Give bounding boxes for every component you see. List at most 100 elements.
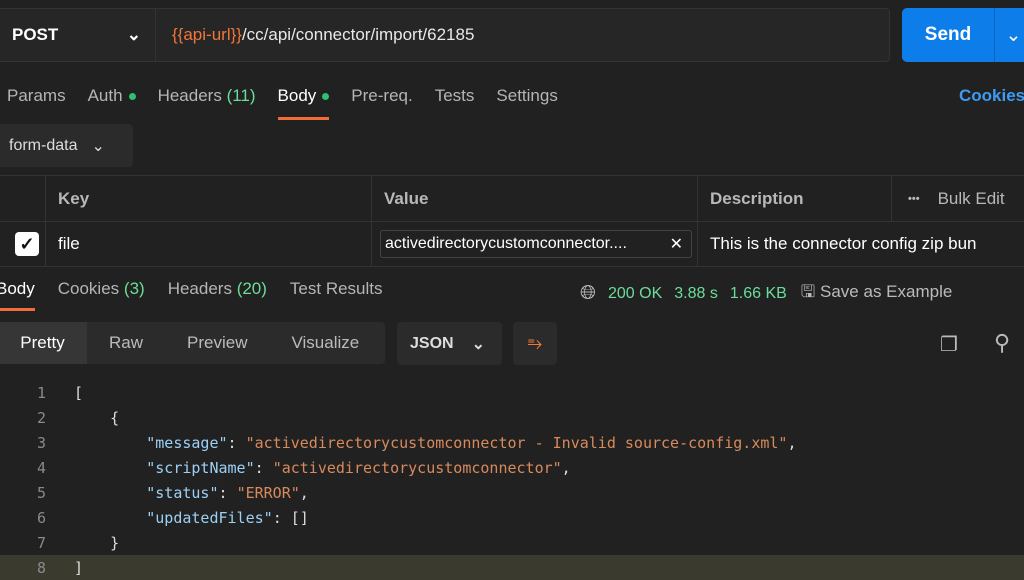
view-raw[interactable]: Raw	[87, 322, 165, 364]
json-string: "activedirectorycustomconnector - Invali…	[245, 433, 788, 452]
header-description: Description	[698, 176, 892, 221]
view-preview[interactable]: Preview	[165, 322, 269, 364]
close-icon[interactable]: ✕	[670, 234, 683, 254]
params-table: Key Value Description ••• Bulk Edit ✓ fil…	[0, 175, 1024, 267]
code-line: 1[	[0, 380, 1024, 405]
response-size: 1.66 KB	[729, 284, 787, 302]
line-text: {	[46, 409, 119, 427]
tab-prereq[interactable]: Pre-req.	[351, 86, 412, 118]
status-dot-icon	[128, 93, 136, 101]
code-line: 2 {	[0, 405, 1024, 430]
line-number: 1	[36, 383, 46, 402]
tab-label: Body	[277, 86, 317, 105]
line-number: 8	[36, 558, 46, 577]
line-number: 6	[36, 508, 46, 527]
row-description[interactable]: This is the connector config zip bun	[698, 222, 1024, 266]
cookies-link[interactable]: Cookies	[959, 86, 1024, 106]
header-actions: ••• Bulk Edit	[892, 176, 1024, 221]
view-mode-group: Pretty Raw Preview Visualize	[0, 322, 385, 364]
url-path: /cc/api/connector/import/62185	[241, 25, 475, 44]
count-badge: (3)	[123, 279, 145, 298]
copy-icon[interactable]: ❐	[940, 332, 958, 357]
json-punct: :	[254, 458, 273, 477]
chevron-down-icon: ⌄	[126, 25, 141, 44]
json-punct: [	[74, 383, 84, 402]
send-button[interactable]: Send ⌄	[902, 8, 1024, 62]
response-tabs: Body Cookies (3) Headers (20) Test Resul…	[0, 279, 406, 311]
format-label: JSON	[410, 334, 454, 352]
tab-response-cookies[interactable]: Cookies (3)	[58, 279, 145, 309]
file-name: activedirectorycustomconnector....	[385, 235, 627, 252]
line-text: }	[46, 534, 119, 552]
save-label: Save as Example	[820, 282, 953, 301]
tab-test-results[interactable]: Test Results	[290, 279, 383, 309]
bulk-edit-button[interactable]: Bulk Edit	[938, 189, 1005, 209]
tab-label: Cookies	[57, 279, 120, 298]
line-number: 7	[36, 533, 46, 552]
line-text: "status": "ERROR",	[46, 484, 309, 502]
json-key: "status"	[146, 483, 219, 502]
json-key: "scriptName"	[146, 458, 255, 477]
view-pretty[interactable]: Pretty	[0, 322, 87, 364]
tab-body[interactable]: Body	[277, 86, 330, 120]
json-punct	[74, 459, 146, 477]
code-line: 5 "status": "ERROR",	[0, 480, 1024, 505]
globe-icon[interactable]: 🌐︎	[580, 282, 596, 305]
code-line: 7 }	[0, 530, 1024, 555]
json-punct: {	[74, 408, 120, 427]
url-input[interactable]: {{api-url}}/cc/api/connector/import/6218…	[156, 9, 474, 61]
view-visualize[interactable]: Visualize	[269, 322, 381, 364]
chevron-down-icon[interactable]: ⌄	[994, 8, 1024, 62]
line-text: "message": "activedirectorycustomconnect…	[46, 434, 796, 452]
tab-tests[interactable]: Tests	[435, 86, 475, 118]
tab-response-headers[interactable]: Headers (20)	[168, 279, 267, 309]
row-key[interactable]: file	[46, 222, 372, 266]
line-text: ]	[46, 559, 83, 577]
chevron-down-icon: ⌄	[91, 137, 105, 155]
tab-params[interactable]: Params	[7, 86, 66, 118]
method-label: POST	[12, 25, 59, 44]
url-variable: {{api-url}}	[172, 25, 242, 44]
json-punct	[74, 434, 146, 452]
header-value: Value	[372, 176, 698, 221]
json-punct	[74, 509, 146, 527]
row-value-cell: activedirectorycustomconnector.... ✕	[372, 222, 698, 266]
count-badge: (11)	[226, 86, 256, 105]
line-number: 4	[36, 458, 46, 477]
chevron-down-icon: ⌄	[471, 335, 485, 353]
search-icon[interactable]: ⚲	[994, 330, 1010, 356]
more-icon[interactable]: •••	[908, 193, 920, 205]
json-punct: ]	[74, 558, 84, 577]
response-meta: 🌐︎ 200 OK 3.88 s 1.66 KB 🖫 Save as Examp…	[580, 279, 952, 308]
line-text: [	[46, 384, 83, 402]
status-dot-icon	[322, 93, 330, 101]
file-chip[interactable]: activedirectorycustomconnector.... ✕	[380, 230, 692, 258]
json-string: "activedirectorycustomconnector"	[272, 458, 562, 477]
line-number: 5	[36, 483, 46, 502]
json-key: "message"	[146, 433, 228, 452]
save-example-button[interactable]: 🖫 Save as Example	[801, 279, 953, 308]
wrap-lines-button[interactable]: ⥱	[513, 322, 557, 365]
tab-auth[interactable]: Auth	[88, 86, 136, 118]
tab-headers[interactable]: Headers (11)	[158, 86, 256, 118]
tab-settings[interactable]: Settings	[496, 86, 557, 118]
code-line: 6 "updatedFiles": []	[0, 505, 1024, 530]
count-badge: (20)	[236, 279, 267, 298]
tab-response-body[interactable]: Body	[0, 279, 35, 311]
header-check	[0, 176, 46, 221]
header-key: Key	[46, 176, 372, 221]
code-line: 3 "message": "activedirectorycustomconne…	[0, 430, 1024, 455]
request-tabs: Params Auth Headers (11) Body Pre-req. T…	[7, 86, 580, 120]
format-select[interactable]: JSON ⌄	[397, 322, 502, 365]
body-type-select[interactable]: form-data ⌄	[0, 124, 133, 167]
code-line: 8]	[0, 555, 1024, 580]
row-checkbox[interactable]: ✓	[0, 222, 46, 266]
json-punct: : []	[272, 508, 309, 527]
line-number: 2	[36, 408, 46, 427]
body-type-label: form-data	[9, 136, 78, 154]
method-select[interactable]: POST ⌄	[0, 9, 156, 61]
response-code: 1[2 {3 "message": "activedirectorycustom…	[0, 380, 1024, 580]
table-row: ✓ file activedirectorycustomconnector...…	[0, 221, 1024, 266]
tab-label: Headers	[157, 86, 222, 105]
tab-label: Headers	[167, 279, 232, 298]
